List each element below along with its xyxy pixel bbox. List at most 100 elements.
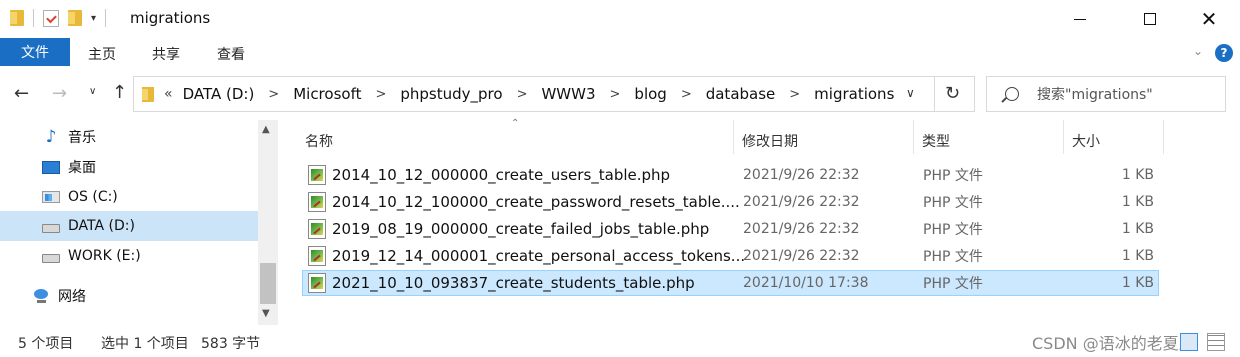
sidebar-item-desktop[interactable]: 桌面 (0, 152, 258, 182)
column-divider[interactable] (1063, 120, 1064, 154)
large-icons-view-icon[interactable] (1207, 333, 1225, 351)
os-drive-icon (42, 188, 60, 206)
network-icon (32, 287, 50, 305)
file-name: 2019_08_19_000000_create_failed_jobs_tab… (332, 220, 710, 238)
file-type: PHP 文件 (923, 168, 983, 184)
file-row[interactable]: 2014_10_12_100000_create_password_resets… (302, 189, 1159, 215)
navigation-bar: ← → ∨ ↑ « DATA (D:) > Microsoft > phpstu… (0, 72, 1240, 118)
tab-share[interactable]: 共享 (152, 44, 180, 64)
column-header-date-modified[interactable]: 修改日期 (742, 128, 798, 154)
breadcrumb-data-drive[interactable]: DATA (D:) (183, 85, 255, 103)
sidebar-item-label: 桌面 (68, 160, 96, 176)
close-button[interactable]: ✕ (1186, 0, 1232, 38)
toolbar-divider (105, 9, 107, 27)
file-row[interactable]: 2019_12_14_000001_create_personal_access… (302, 243, 1159, 269)
file-list: ⌃ 名称 修改日期 类型 大小 2014_10_12_000000_create… (300, 118, 1170, 325)
search-box[interactable]: 搜索"migrations" (986, 76, 1226, 112)
sidebar-item-os-drive[interactable]: OS (C:) (0, 182, 258, 212)
sidebar-item-label: 网络 (58, 289, 86, 305)
php-file-icon (308, 192, 326, 212)
chevron-right-icon[interactable]: > (681, 87, 692, 102)
column-divider[interactable] (913, 120, 914, 154)
up-button[interactable]: ↑ (112, 82, 127, 103)
watermark: CSDN @语冰的老夏虫 (1032, 334, 1195, 353)
file-type: PHP 文件 (923, 195, 983, 211)
file-row[interactable]: 2014_10_12_000000_create_users_table.php… (302, 162, 1159, 188)
status-bar: 5 个项目 选中 1 个项目 583 字节 CSDN @语冰的老夏虫 (0, 328, 1240, 357)
file-type: PHP 文件 (923, 276, 983, 292)
address-history-dropdown[interactable]: ∨ (906, 86, 915, 100)
file-date: 2021/9/26 22:32 (743, 167, 860, 183)
breadcrumb-database[interactable]: database (706, 85, 776, 103)
search-input[interactable]: 搜索"migrations" (1037, 84, 1153, 104)
help-icon[interactable]: ? (1215, 44, 1233, 62)
tab-view[interactable]: 查看 (217, 44, 245, 64)
file-type: PHP 文件 (923, 222, 983, 238)
forward-button[interactable]: → (52, 83, 67, 104)
file-size: 1 KB (1121, 194, 1154, 210)
tab-home[interactable]: 主页 (88, 44, 116, 64)
file-size: 1 KB (1121, 167, 1154, 183)
address-bar[interactable]: « DATA (D:) > Microsoft > phpstudy_pro >… (133, 76, 975, 112)
breadcrumb-overflow[interactable]: « (164, 86, 173, 102)
minimize-button[interactable] (1057, 0, 1103, 38)
chevron-right-icon[interactable]: > (268, 87, 279, 102)
php-file-icon (308, 165, 326, 185)
sidebar-item-label: DATA (D:) (68, 218, 135, 234)
properties-icon[interactable] (43, 9, 59, 27)
sidebar-item-data-drive[interactable]: DATA (D:) (0, 211, 258, 241)
expand-ribbon-icon[interactable]: ⌄ (1193, 44, 1203, 58)
desktop-icon (42, 158, 60, 176)
scroll-down-arrow-icon[interactable]: ▼ (262, 308, 270, 319)
search-icon (1005, 87, 1019, 101)
chevron-right-icon[interactable]: > (789, 87, 800, 102)
column-divider[interactable] (733, 120, 734, 154)
sidebar-scrollbar[interactable]: ▲ ▼ (258, 120, 278, 325)
back-button[interactable]: ← (14, 83, 29, 104)
chevron-right-icon[interactable]: > (610, 87, 621, 102)
file-name: 2014_10_12_000000_create_users_table.php (332, 166, 671, 184)
file-row[interactable]: 2019_08_19_000000_create_failed_jobs_tab… (302, 216, 1159, 242)
drive-icon (42, 247, 60, 265)
breadcrumb-migrations[interactable]: migrations (814, 85, 894, 103)
breadcrumb-blog[interactable]: blog (634, 85, 666, 103)
maximize-button[interactable] (1127, 0, 1173, 38)
file-name: 2019_12_14_000001_create_personal_access… (332, 247, 746, 265)
maximize-icon (1144, 13, 1156, 25)
recent-locations-dropdown[interactable]: ∨ (89, 86, 96, 97)
ribbon: 文件 主页 共享 查看 ⌄ ? (0, 38, 1240, 68)
column-divider[interactable] (1163, 120, 1164, 154)
breadcrumb-www3[interactable]: WWW3 (541, 85, 595, 103)
column-header-size[interactable]: 大小 (1072, 128, 1100, 154)
file-row-selected[interactable]: 2021_10_10_093837_create_students_table.… (302, 270, 1159, 296)
file-name: 2021_10_10_093837_create_students_table.… (332, 274, 695, 292)
sidebar-item-label: WORK (E:) (68, 248, 141, 264)
file-date: 2021/9/26 22:32 (743, 248, 860, 264)
sidebar-item-music[interactable]: ♪ 音乐 (0, 122, 258, 152)
toolbar-divider (33, 9, 34, 27)
new-folder-icon[interactable] (68, 10, 82, 26)
scrollbar-thumb[interactable] (260, 263, 276, 304)
chevron-right-icon[interactable]: > (517, 87, 528, 102)
column-header-name[interactable]: 名称 (305, 128, 333, 154)
refresh-button[interactable]: ↻ (945, 83, 960, 104)
folder-icon[interactable] (10, 10, 24, 26)
customize-qat-dropdown[interactable]: ▾ (91, 13, 96, 24)
chevron-right-icon[interactable]: > (375, 87, 386, 102)
tab-file[interactable]: 文件 (0, 38, 70, 66)
file-size: 1 KB (1121, 275, 1154, 291)
file-date: 2021/9/26 22:32 (743, 221, 860, 237)
drive-icon (42, 217, 60, 235)
breadcrumb-microsoft[interactable]: Microsoft (293, 85, 361, 103)
sidebar-item-work-drive[interactable]: WORK (E:) (0, 241, 258, 271)
column-header-type[interactable]: 类型 (922, 128, 950, 154)
file-size: 1 KB (1121, 221, 1154, 237)
folder-icon (142, 86, 154, 102)
file-size: 1 KB (1121, 248, 1154, 264)
breadcrumb-phpstudy-pro[interactable]: phpstudy_pro (400, 85, 502, 103)
sidebar-item-network[interactable]: 网络 (0, 281, 258, 311)
quick-access-toolbar: ▾ (10, 9, 107, 27)
details-view-icon[interactable] (1180, 333, 1198, 351)
scroll-up-arrow-icon[interactable]: ▲ (262, 124, 270, 135)
selection-size: 583 字节 (201, 336, 261, 352)
